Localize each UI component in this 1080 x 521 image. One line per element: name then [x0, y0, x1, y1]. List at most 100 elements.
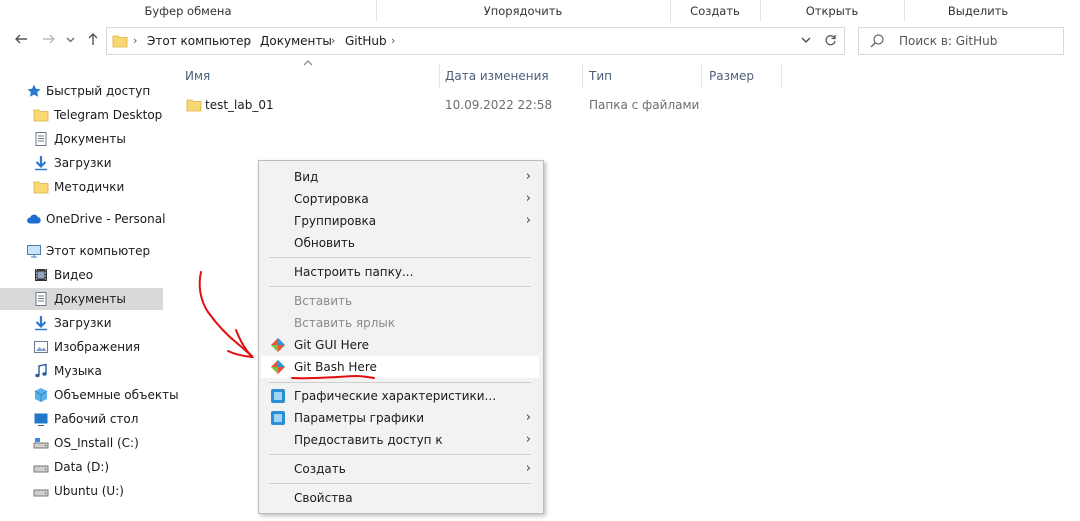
chevron-right-icon: ›: [525, 432, 531, 447]
menu-item-git-bash[interactable]: Git Bash Here: [261, 356, 539, 378]
nav-item-desktop[interactable]: Рабочий стол: [0, 408, 163, 430]
menu-item-customize-folder[interactable]: Настроить папку...: [261, 261, 539, 283]
nav-item-telegram-desktop[interactable]: Telegram Desktop: [0, 104, 163, 126]
breadcrumb-github[interactable]: GitHub: [345, 28, 387, 54]
navigation-pane: Быстрый доступ Telegram Desktop Документ…: [0, 60, 179, 521]
refresh-button[interactable]: [816, 27, 845, 55]
nav-item-documents[interactable]: Документы: [0, 288, 163, 310]
back-button[interactable]: [12, 32, 30, 50]
arrow-up-icon: [88, 33, 98, 45]
nav-item-label: Музыка: [54, 364, 102, 378]
nav-item-label: Ubuntu (U:): [54, 484, 124, 498]
nav-item-documents-quick[interactable]: Документы: [0, 128, 163, 150]
drive-icon: [33, 465, 49, 473]
menu-separator: [269, 454, 531, 455]
intel-graphics-icon: [271, 389, 285, 403]
menu-item-properties[interactable]: Свойства: [261, 487, 539, 509]
address-history-dropdown[interactable]: [801, 28, 811, 54]
file-type: Папка с файлами: [589, 98, 700, 112]
menu-separator: [269, 483, 531, 484]
menu-item-label: Сортировка: [294, 192, 369, 206]
breadcrumb-separator[interactable]: ›: [331, 28, 335, 54]
nav-item-label: OneDrive - Personal: [46, 212, 166, 226]
table-row[interactable]: test_lab_01 10.09.2022 22:58 Папка с фай…: [180, 94, 720, 116]
folder-icon: [33, 181, 49, 194]
menu-separator: [269, 257, 531, 258]
chevron-right-icon: ›: [525, 461, 531, 476]
nav-item-downloads-quick[interactable]: Загрузки: [0, 152, 163, 174]
drive-icon: [33, 489, 49, 497]
menu-item-paste-shortcut[interactable]: Вставить ярлык: [261, 312, 539, 334]
nav-item-video[interactable]: Видео: [0, 264, 163, 286]
nav-item-pictures[interactable]: Изображения: [0, 336, 163, 358]
menu-item-paste[interactable]: Вставить: [261, 290, 539, 312]
file-date: 10.09.2022 22:58: [445, 98, 553, 112]
menu-separator: [269, 286, 531, 287]
menu-item-label: Git GUI Here: [294, 338, 370, 352]
breadcrumb-separator[interactable]: ›: [391, 28, 395, 54]
column-divider[interactable]: [701, 64, 702, 88]
column-header-date[interactable]: Дата изменения: [445, 66, 549, 86]
column-divider[interactable]: [439, 64, 440, 88]
git-bash-icon: [271, 360, 285, 374]
recent-locations-button[interactable]: [64, 32, 76, 50]
menu-item-label: Создать: [294, 462, 346, 476]
3d-objects-icon: [34, 388, 48, 402]
nav-item-label: Объемные объекты: [54, 388, 179, 402]
breadcrumb-separator[interactable]: ›: [247, 28, 251, 54]
nav-item-3d-objects[interactable]: Объемные объекты: [0, 384, 179, 406]
chevron-right-icon: ›: [525, 213, 531, 228]
nav-item-label: Документы: [54, 292, 126, 306]
folder-icon: [186, 99, 202, 112]
annotation-arrowhead: [227, 329, 255, 359]
menu-item-label: Группировка: [294, 214, 377, 228]
column-divider[interactable]: [582, 64, 583, 88]
menu-item-group[interactable]: Группировка ›: [261, 210, 539, 232]
nav-item-label: Этот компьютер: [46, 244, 151, 258]
download-icon: [35, 316, 47, 331]
refresh-icon: [824, 35, 836, 46]
breadcrumb-documents[interactable]: Документы: [260, 28, 332, 54]
nav-item-drive-c[interactable]: OS_Install (C:): [0, 432, 163, 454]
nav-item-quick-access[interactable]: Быстрый доступ: [0, 80, 163, 102]
menu-item-graphics-properties[interactable]: Графические характеристики...: [261, 385, 539, 407]
nav-item-label: Видео: [54, 268, 94, 282]
menu-item-git-gui[interactable]: Git GUI Here: [261, 334, 539, 356]
column-header-name[interactable]: Имя: [185, 66, 210, 86]
download-icon: [35, 156, 47, 171]
documents-icon: [35, 292, 47, 306]
nav-item-downloads[interactable]: Загрузки: [0, 312, 163, 334]
menu-item-share[interactable]: Предоставить доступ к ›: [261, 429, 539, 451]
arrow-right-icon: [43, 34, 55, 44]
drive-icon: [33, 438, 49, 449]
address-box[interactable]: › Этот компьютер › Документы › GitHub ›: [106, 27, 818, 55]
search-input[interactable]: Поиск в: GitHub: [858, 27, 1064, 55]
up-button[interactable]: [84, 32, 102, 50]
nav-item-drive-d[interactable]: Data (D:): [0, 456, 163, 478]
menu-separator: [269, 382, 531, 383]
column-divider[interactable]: [781, 64, 782, 88]
annotation-arrow: [198, 271, 253, 357]
column-header-size[interactable]: Размер: [709, 66, 754, 86]
menu-item-view[interactable]: Вид ›: [261, 166, 539, 188]
nav-item-label: OS_Install (C:): [54, 436, 139, 450]
menu-item-label: Git Bash Here: [294, 360, 377, 374]
menu-item-sort[interactable]: Сортировка ›: [261, 188, 539, 210]
nav-item-metodichki[interactable]: Методички: [0, 176, 163, 198]
forward-button[interactable]: [40, 32, 58, 50]
chevron-right-icon: ›: [525, 410, 531, 425]
menu-item-graphics-options[interactable]: Параметры графики ›: [261, 407, 539, 429]
column-header-type[interactable]: Тип: [589, 66, 612, 86]
nav-item-this-pc[interactable]: Этот компьютер: [0, 240, 163, 262]
menu-item-label: Графические характеристики...: [294, 389, 497, 403]
nav-item-music[interactable]: Музыка: [0, 360, 163, 382]
menu-item-label: Вставить: [294, 294, 353, 308]
breadcrumb-this-pc[interactable]: Этот компьютер: [147, 28, 251, 54]
nav-item-label: Изображения: [54, 340, 141, 354]
ribbon-group-open: Открыть: [760, 0, 905, 22]
menu-item-refresh[interactable]: Обновить: [261, 232, 539, 254]
menu-item-new[interactable]: Создать ›: [261, 458, 539, 480]
nav-item-drive-u[interactable]: Ubuntu (U:): [0, 480, 163, 502]
nav-item-label: Загрузки: [54, 316, 112, 330]
nav-item-onedrive[interactable]: OneDrive - Personal: [0, 208, 166, 230]
